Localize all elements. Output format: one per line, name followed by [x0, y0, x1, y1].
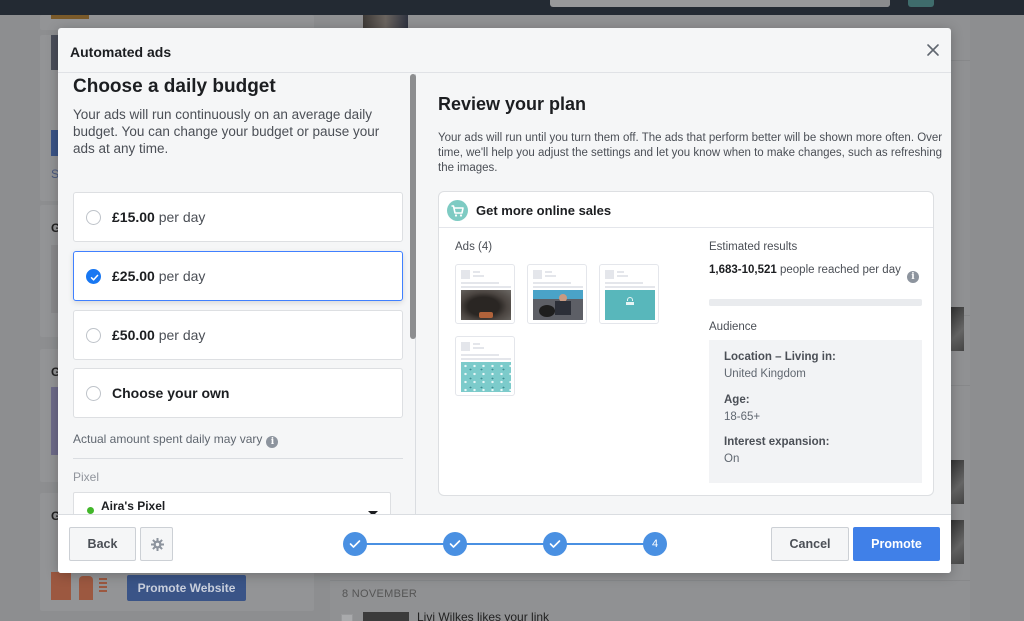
budget-amount: £15.00	[112, 209, 155, 225]
step-2-complete[interactable]	[443, 532, 467, 556]
checkmark-icon	[90, 274, 99, 281]
notification-checkbox[interactable]	[341, 614, 353, 621]
budget-description: Your ads will run continuously on an ave…	[73, 107, 380, 156]
pixel-dropdown[interactable]: Aira's Pixel	[73, 492, 391, 514]
estimated-reach: 1,683-10,521 people reached per day	[709, 263, 904, 277]
budget-amount: £25.00	[112, 268, 155, 284]
progress-stepper: 4	[343, 532, 667, 556]
info-icon[interactable]: i	[907, 271, 919, 283]
scrollbar[interactable]	[410, 74, 416, 339]
audience-box: Location – Living in: United Kingdom Age…	[709, 340, 922, 483]
automated-ads-dialog: Automated ads Choose a daily budget Your…	[58, 28, 951, 573]
checkmark-icon	[449, 540, 461, 548]
ad-preview[interactable]	[455, 336, 515, 396]
promote-button[interactable]: Promote	[853, 527, 940, 561]
checkmark-icon	[349, 540, 361, 548]
gear-icon	[151, 538, 164, 551]
radio-button[interactable]	[86, 386, 101, 401]
radio-button[interactable]	[86, 210, 101, 225]
budget-amount: £50.00	[112, 327, 155, 343]
man-with-dog-photo	[533, 290, 583, 320]
reach-bar	[709, 299, 922, 306]
dialog-title: Automated ads	[70, 44, 172, 60]
ad-preview[interactable]	[599, 264, 659, 324]
estimated-range: 1,683-10,521	[709, 264, 777, 276]
checkmark-icon	[549, 540, 561, 548]
ad-preview[interactable]	[455, 264, 515, 324]
audience-label: Audience	[709, 321, 757, 333]
budget-option-15[interactable]: £15.00 per day	[73, 192, 403, 242]
notification-text[interactable]: Livi Wilkes likes your link	[417, 610, 549, 621]
budget-suffix: per day	[158, 209, 206, 225]
audience-value: 18-65+	[724, 411, 761, 423]
budget-amount: Choose your own	[112, 385, 230, 401]
close-button[interactable]	[925, 42, 941, 58]
ads-label: Ads (4)	[455, 241, 493, 253]
search-button[interactable]	[860, 0, 890, 7]
budget-option-custom[interactable]: Choose your own	[73, 368, 403, 418]
notification-photo	[950, 460, 964, 504]
teal-pattern-graphic	[461, 362, 511, 392]
estimated-results-label: Estimated results	[709, 241, 798, 253]
stepper-line	[355, 543, 655, 545]
budget-option-50[interactable]: £50.00 per day	[73, 310, 403, 360]
back-button[interactable]: Back	[69, 527, 136, 561]
date-header: 8 NOVEMBER	[342, 588, 418, 600]
review-title: Review your plan	[438, 94, 587, 114]
shopping-cart-icon	[447, 200, 468, 221]
dog-photo	[461, 290, 511, 320]
close-icon	[927, 44, 939, 56]
step-3-complete[interactable]	[543, 532, 567, 556]
teal-logo-graphic	[605, 290, 655, 320]
radio-button-checked[interactable]	[86, 269, 101, 284]
nav-button[interactable]	[908, 0, 934, 7]
plan-goal: Get more online sales	[476, 203, 612, 218]
divider	[73, 458, 403, 459]
spend-note-text: Actual amount spent daily may vary	[73, 432, 263, 446]
notification-photo	[950, 307, 964, 351]
ad-preview[interactable]	[527, 264, 587, 324]
website-thumbnail	[51, 572, 119, 600]
spend-note: Actual amount spent daily may vary i	[73, 432, 279, 448]
step-1-complete[interactable]	[343, 532, 367, 556]
budget-suffix: per day	[158, 327, 206, 343]
top-navigation-bar	[0, 0, 1024, 15]
budget-pane: Choose a daily budget Your ads will run …	[58, 74, 416, 514]
audience-value: United Kingdom	[724, 368, 806, 380]
pixel-label: Pixel	[73, 470, 100, 484]
settings-button[interactable]	[140, 527, 173, 561]
budget-option-25[interactable]: £25.00 per day	[73, 251, 403, 301]
notification-photo	[950, 520, 964, 564]
notification-thumbnail	[363, 612, 409, 621]
dialog-footer: Back 4 Cancel Promote	[58, 514, 951, 573]
audience-value: On	[724, 453, 740, 465]
notification-avatar	[363, 15, 408, 28]
dialog-header: Automated ads	[58, 28, 951, 73]
promote-website-button[interactable]: Promote Website	[127, 575, 246, 601]
plan-card: Get more online sales Ads (4) Estimated …	[438, 191, 934, 496]
divider	[330, 580, 970, 581]
audience-key: Age:	[724, 394, 750, 406]
budget-title: Choose a daily budget	[73, 76, 276, 97]
radio-button[interactable]	[86, 328, 101, 343]
plan-header: Get more online sales	[439, 192, 933, 228]
step-4-current: 4	[643, 532, 667, 556]
audience-key: Interest expansion:	[724, 436, 830, 448]
review-description: Your ads will run until you turn them of…	[438, 132, 943, 174]
info-icon[interactable]: i	[266, 436, 279, 448]
cancel-button[interactable]: Cancel	[771, 527, 849, 561]
pixel-name: Aira's Pixel	[101, 499, 166, 513]
estimated-suffix: people reached per day	[780, 264, 901, 276]
budget-suffix: per day	[158, 268, 206, 284]
status-dot-icon	[87, 507, 94, 514]
audience-key: Location – Living in:	[724, 351, 836, 363]
search-bar[interactable]	[550, 0, 890, 7]
